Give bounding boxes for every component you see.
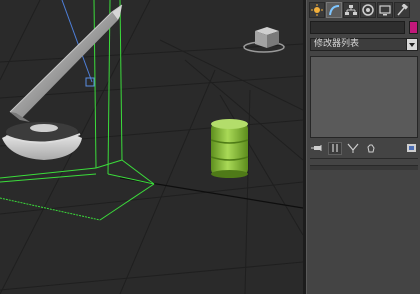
viewport-scene bbox=[0, 0, 303, 294]
modifier-stack-toolbar bbox=[310, 141, 418, 155]
modify-tab[interactable] bbox=[326, 2, 342, 18]
display-monitor-icon bbox=[379, 5, 391, 16]
make-unique-icon bbox=[347, 143, 359, 153]
ramp-mesh[interactable] bbox=[9, 4, 123, 122]
modifier-stack-list[interactable] bbox=[310, 56, 418, 138]
show-end-result-button[interactable] bbox=[328, 141, 342, 155]
modifier-list-label: 修改器列表 bbox=[314, 39, 360, 49]
create-tab[interactable] bbox=[309, 2, 325, 18]
hierarchy-tab[interactable] bbox=[343, 2, 359, 18]
configure-sets-button[interactable] bbox=[404, 142, 418, 155]
configure-sets-icon bbox=[406, 144, 416, 152]
sun-create-icon bbox=[311, 4, 323, 16]
modify-arc-icon bbox=[329, 5, 340, 16]
object-name-field[interactable] bbox=[310, 21, 405, 34]
perspective-viewport[interactable] bbox=[0, 0, 303, 294]
command-panel: 修改器列表 bbox=[306, 0, 420, 294]
chevron-down-icon[interactable] bbox=[406, 39, 417, 50]
make-unique-button[interactable] bbox=[346, 142, 360, 155]
remove-modifier-button[interactable] bbox=[364, 142, 378, 155]
stack-separator bbox=[310, 158, 418, 159]
command-panel-tabs bbox=[309, 2, 417, 18]
remove-modifier-icon bbox=[367, 144, 375, 153]
hammer-icon bbox=[397, 4, 408, 16]
pin-stack-button[interactable] bbox=[310, 142, 324, 155]
object-color-swatch[interactable] bbox=[409, 21, 418, 34]
object-name-row bbox=[310, 21, 418, 34]
pin-stack-icon bbox=[311, 145, 322, 151]
3dsmax-window: 修改器列表 bbox=[0, 0, 420, 294]
motion-tab[interactable] bbox=[360, 2, 376, 18]
viewcube-icon[interactable] bbox=[243, 27, 285, 53]
modifier-list-dropdown[interactable]: 修改器列表 bbox=[310, 38, 418, 51]
bowl-mesh[interactable] bbox=[2, 122, 82, 160]
show-end-result-icon bbox=[332, 144, 338, 152]
display-tab[interactable] bbox=[377, 2, 393, 18]
barrel-mesh[interactable] bbox=[210, 119, 249, 178]
utilities-tab[interactable] bbox=[394, 2, 410, 18]
motion-icon bbox=[362, 4, 374, 16]
light-target-icon[interactable] bbox=[85, 77, 95, 87]
hierarchy-icon bbox=[345, 5, 357, 15]
parameters-rollout-header[interactable] bbox=[310, 165, 418, 170]
